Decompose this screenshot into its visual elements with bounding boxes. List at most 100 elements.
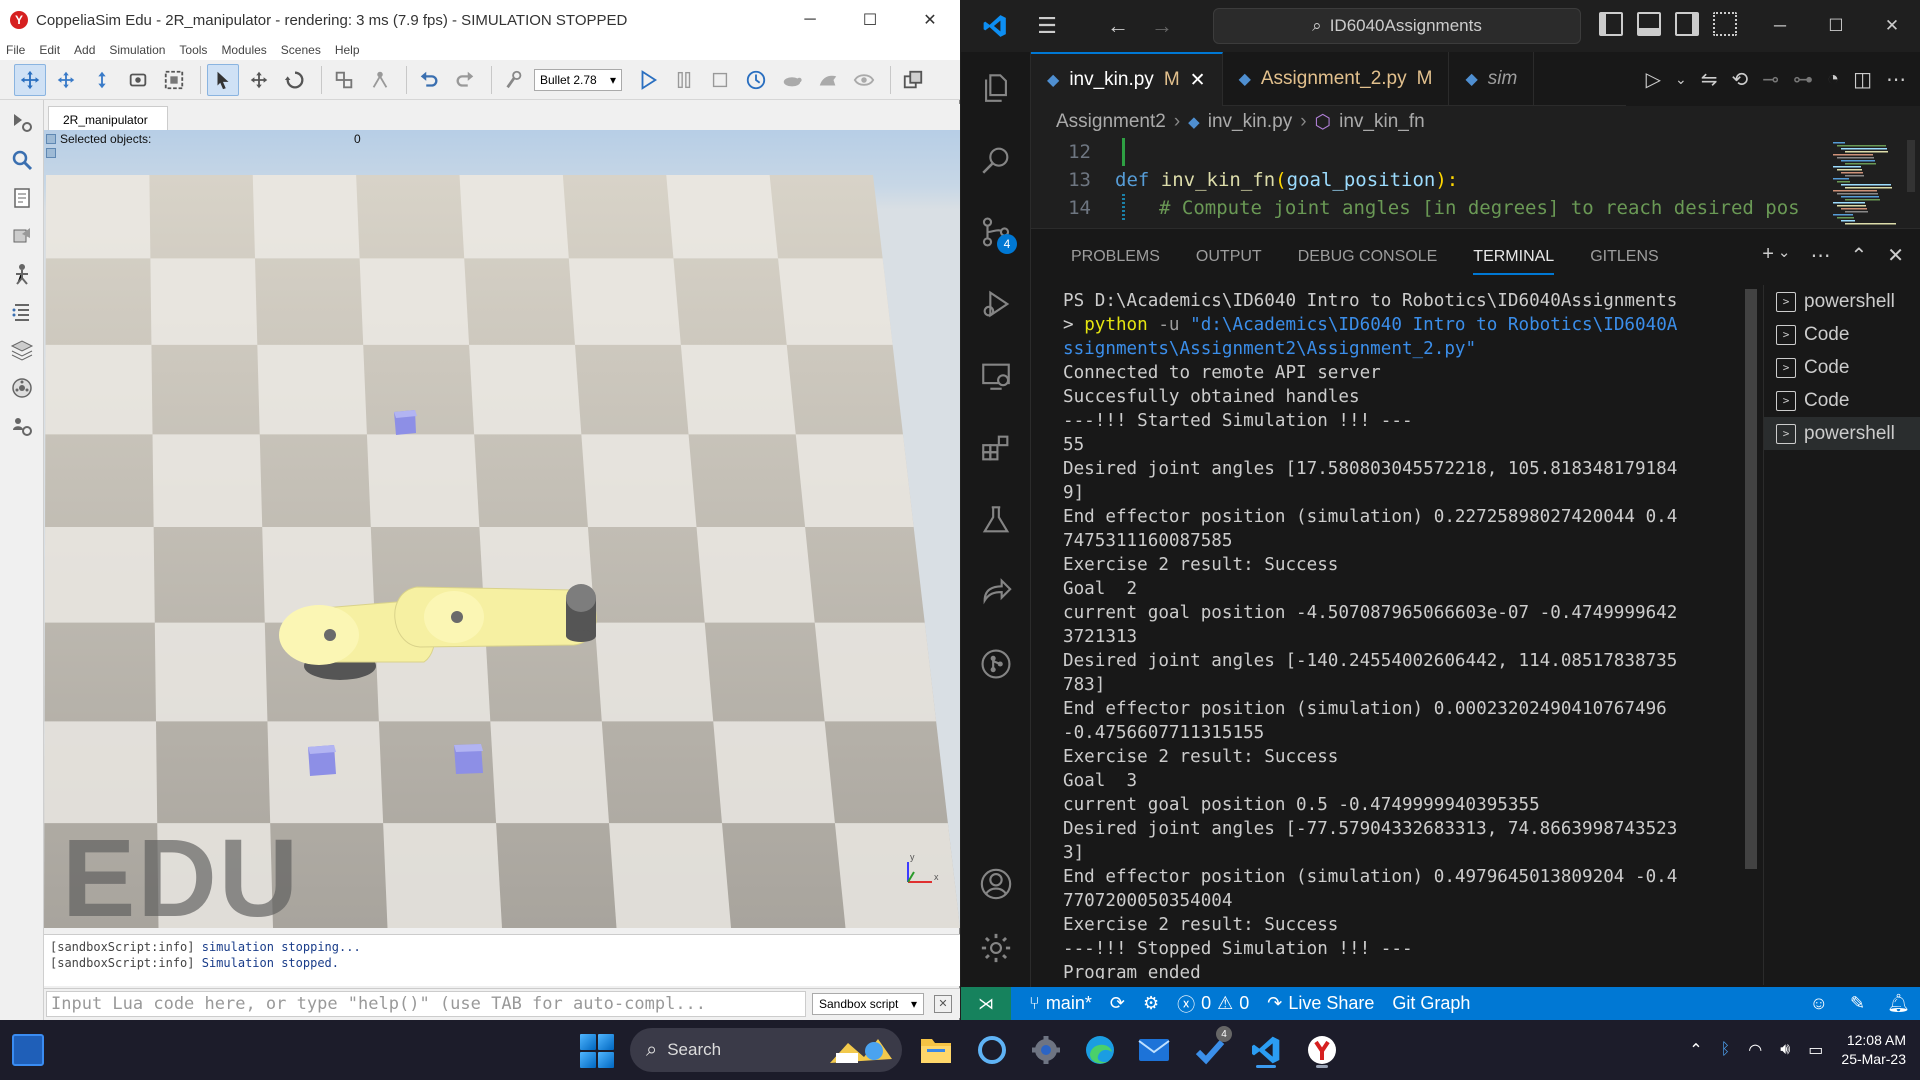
git-graph-status[interactable]: Git Graph	[1392, 993, 1470, 1014]
minimize-button[interactable]: ─	[780, 0, 840, 40]
tab-sim[interactable]: ◆ sim	[1449, 52, 1535, 106]
chevron-down-icon[interactable]: ⌄	[1778, 243, 1791, 268]
close-button[interactable]: ✕	[1864, 0, 1920, 52]
bluetooth-icon[interactable]: ᛒ	[1721, 1041, 1731, 1059]
collections-icon[interactable]	[6, 296, 38, 328]
sync-icon[interactable]: ⟳	[1110, 993, 1125, 1014]
dynamics-toggle-button[interactable]	[498, 64, 530, 96]
code-editor[interactable]: 12 13 def inv_kin_fn(goal_position): 14 # …	[1031, 138, 1920, 228]
hamburger-menu-icon[interactable]: ☰	[1027, 6, 1067, 46]
search-icon[interactable]	[961, 124, 1031, 196]
menu-file[interactable]: File	[6, 43, 25, 57]
undo-button[interactable]	[413, 64, 445, 96]
minimap[interactable]	[1829, 140, 1915, 228]
remote-explorer-icon[interactable]	[961, 340, 1031, 412]
menu-add[interactable]: Add	[74, 43, 95, 57]
transfer-dna-button[interactable]	[364, 64, 396, 96]
terminal-instance[interactable]: > Code	[1764, 384, 1920, 417]
terminal-instance[interactable]: > Code	[1764, 318, 1920, 351]
toggle-secondary-sidebar-icon[interactable]	[1675, 12, 1699, 36]
edge-browser-icon[interactable]	[1080, 1030, 1120, 1070]
menu-simulation[interactable]: Simulation	[109, 43, 165, 57]
copilot-icon[interactable]: ☺	[1810, 993, 1828, 1014]
menu-scenes[interactable]: Scenes	[281, 43, 321, 57]
remote-indicator-icon[interactable]: ⋊	[961, 987, 1011, 1020]
physics-engine-select[interactable]: Bullet 2.78 ▾	[534, 68, 622, 91]
open-changes-icon[interactable]: ⇋	[1701, 67, 1718, 92]
terminal-instance[interactable]: > Code	[1764, 351, 1920, 384]
terminal-output[interactable]: PS D:\Academics\ID6040 Intro to Robotics…	[1063, 289, 1743, 979]
tab-inv-kin-py[interactable]: ◆ inv_kin.py M ✕	[1031, 52, 1223, 106]
panel-tab-problems[interactable]: PROBLEMS	[1071, 229, 1160, 285]
close-icon[interactable]: ✕	[1190, 69, 1206, 92]
live-share-icon[interactable]	[961, 556, 1031, 628]
wifi-icon[interactable]: ◠	[1748, 1040, 1762, 1060]
extensions-icon[interactable]	[961, 412, 1031, 484]
click-selection-button[interactable]	[207, 63, 239, 96]
camera-rotate-button[interactable]	[50, 64, 82, 96]
command-center[interactable]: ⌕ ID6040Assignments	[1213, 8, 1581, 44]
problems-status[interactable]: ⓧ 0 ⚠ 0	[1177, 991, 1249, 1017]
taskbar-search[interactable]: ⌕ Search	[630, 1028, 902, 1072]
testing-icon[interactable]	[961, 484, 1031, 556]
object-shift-button[interactable]	[243, 64, 275, 96]
speed-up-button[interactable]	[812, 64, 844, 96]
menu-tools[interactable]: Tools	[179, 43, 207, 57]
file-explorer-icon[interactable]	[916, 1030, 956, 1070]
split-editor-icon[interactable]: ◫	[1853, 67, 1872, 92]
scene-browser-icon[interactable]	[6, 144, 38, 176]
simulation-settings-icon[interactable]	[6, 106, 38, 138]
source-control-icon[interactable]: 4	[961, 196, 1031, 268]
layers-icon[interactable]	[6, 334, 38, 366]
coppeliasim-taskbar-icon[interactable]	[1302, 1030, 1342, 1070]
visualization-toggle-button[interactable]	[848, 64, 880, 96]
more-actions-icon[interactable]: ⋯	[1886, 67, 1906, 92]
customize-layout-icon[interactable]	[1713, 12, 1737, 36]
script-select[interactable]: Sandbox script ▾	[812, 992, 924, 1015]
menu-edit[interactable]: Edit	[39, 43, 60, 57]
run-debug-icon[interactable]	[961, 268, 1031, 340]
maximize-button[interactable]: ☐	[840, 0, 900, 40]
scrollbar-thumb[interactable]	[1745, 289, 1757, 869]
notifications-bell-icon[interactable]: 🔔︎	[1887, 993, 1910, 1014]
breadcrumb-file[interactable]: inv_kin.py	[1208, 111, 1293, 133]
breadcrumb-symbol[interactable]: inv_kin_fn	[1339, 111, 1425, 133]
close-icon[interactable]: ✕	[934, 994, 952, 1013]
minimize-button[interactable]: ─	[1752, 0, 1808, 52]
gitlens-blame-icon[interactable]: ⊶	[1793, 67, 1813, 92]
maximize-panel-icon[interactable]: ⌃	[1850, 243, 1867, 268]
start-simulation-button[interactable]	[632, 64, 664, 96]
camera-angle-button[interactable]	[122, 64, 154, 96]
user-settings-icon[interactable]	[6, 410, 38, 442]
gitlens-history-icon[interactable]: ◔	[1827, 68, 1839, 91]
panel-tab-gitlens[interactable]: GITLENS	[1590, 229, 1658, 285]
toggle-panel-icon[interactable]	[1637, 12, 1661, 36]
new-terminal-icon[interactable]: +	[1762, 243, 1774, 268]
panel-tab-terminal[interactable]: TERMINAL	[1473, 229, 1554, 285]
terminal-instance[interactable]: > powershell	[1764, 417, 1920, 450]
volume-icon[interactable]: 🔊︎	[1780, 1041, 1790, 1059]
menu-help[interactable]: Help	[335, 43, 360, 57]
slow-down-button[interactable]	[776, 64, 808, 96]
gitlens-compare-icon[interactable]: ⊸	[1762, 67, 1779, 92]
scene-hierarchy-icon[interactable]	[6, 182, 38, 214]
widgets-icon[interactable]	[12, 1034, 44, 1066]
clock[interactable]: 12:08 AM 25-Mar-23	[1841, 1031, 1906, 1069]
explorer-icon[interactable]	[961, 52, 1031, 124]
start-button[interactable]	[580, 1034, 614, 1068]
git-graph-status-icon[interactable]: ⚙	[1143, 993, 1159, 1014]
chevron-down-icon[interactable]: ⌄	[1675, 71, 1687, 88]
more-actions-icon[interactable]: ⋯	[1810, 243, 1830, 268]
cortana-icon[interactable]	[972, 1030, 1012, 1070]
forward-arrow-icon[interactable]: →	[1151, 13, 1173, 39]
redo-button[interactable]	[449, 64, 481, 96]
feedback-icon[interactable]: ✎	[1850, 993, 1865, 1014]
stop-simulation-button[interactable]	[704, 64, 736, 96]
todo-icon[interactable]: 4	[1190, 1026, 1232, 1070]
assemble-button[interactable]	[328, 64, 360, 96]
chevron-up-icon[interactable]: ⌃	[1689, 1040, 1702, 1060]
scene-viewport[interactable]: Selected objects: 0 EDU y x	[44, 130, 960, 928]
fit-to-view-button[interactable]	[158, 64, 190, 96]
mail-icon[interactable]	[1134, 1030, 1174, 1070]
run-python-file-icon[interactable]: ▷	[1646, 67, 1661, 92]
